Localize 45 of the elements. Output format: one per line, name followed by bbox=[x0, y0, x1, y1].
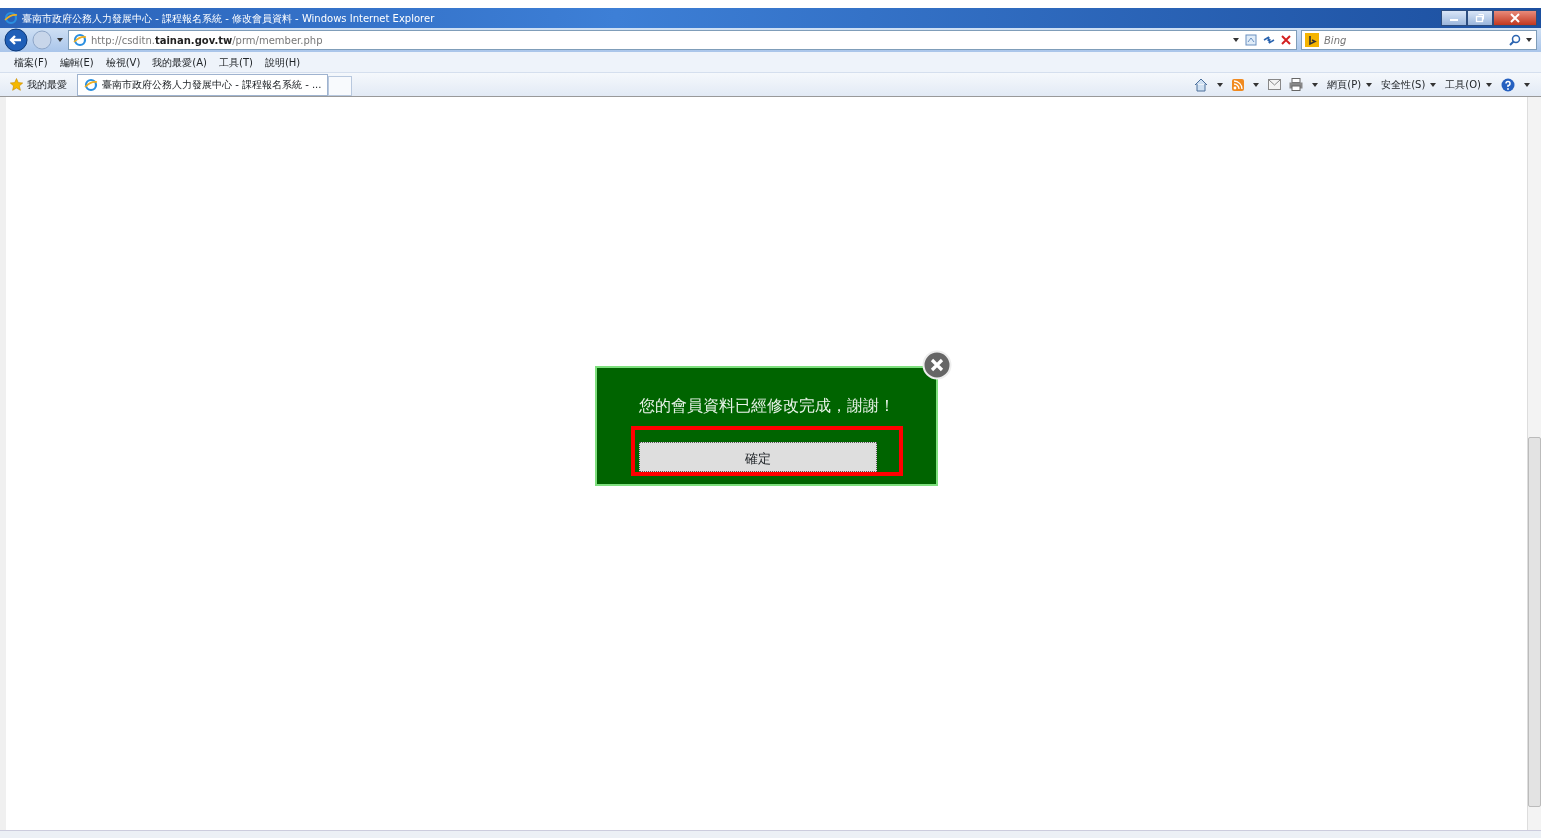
printer-icon[interactable] bbox=[1289, 78, 1304, 91]
dropdown-icon[interactable] bbox=[1252, 80, 1261, 89]
dropdown-icon[interactable] bbox=[1523, 80, 1531, 89]
dropdown-icon[interactable] bbox=[1525, 36, 1533, 44]
dropdown-icon bbox=[1429, 80, 1438, 89]
star-icon bbox=[10, 78, 23, 91]
close-icon bbox=[1510, 13, 1520, 23]
menu-item[interactable]: 說明(H) bbox=[264, 54, 301, 70]
stop-icon[interactable] bbox=[1280, 34, 1292, 46]
home-icon[interactable] bbox=[1194, 77, 1209, 92]
dropdown-icon[interactable] bbox=[1232, 36, 1240, 44]
search-field[interactable]: Bing bbox=[1301, 30, 1537, 50]
dropdown-icon bbox=[1485, 80, 1493, 89]
address-field[interactable]: http://csditn.tainan.gov.tw/prm/member.php bbox=[68, 30, 1297, 50]
window-title: 臺南市政府公務人力發展中心 - 課程報名系統 - 修改會員資料 - Windows Internet Explorer bbox=[22, 11, 435, 26]
command-menu[interactable]: 安全性(S) bbox=[1381, 77, 1438, 92]
menu-item[interactable]: 檔案(F) bbox=[14, 54, 48, 70]
menu-item[interactable]: 我的最愛(A) bbox=[152, 54, 207, 70]
search-icon[interactable] bbox=[1509, 34, 1521, 46]
dropdown-icon bbox=[1365, 80, 1374, 89]
restore-button[interactable] bbox=[1467, 10, 1493, 26]
browser-logo-icon bbox=[4, 11, 18, 25]
confirm-button[interactable]: 確定 bbox=[638, 442, 877, 472]
bing-logo-icon bbox=[1305, 33, 1319, 47]
close-button[interactable] bbox=[1493, 10, 1537, 26]
dropdown-icon[interactable] bbox=[56, 36, 64, 44]
command-menu[interactable]: 網頁(P) bbox=[1327, 77, 1374, 92]
back-icon[interactable] bbox=[4, 28, 28, 52]
page-icon bbox=[73, 33, 87, 47]
url-text: http://csditn.tainan.gov.tw/prm/member.php bbox=[91, 33, 323, 48]
dialog-message: 您的會員資料已經修改完成，謝謝！ bbox=[638, 395, 895, 417]
restore-icon bbox=[1475, 13, 1485, 23]
help-icon[interactable] bbox=[1501, 77, 1515, 92]
browser-tab[interactable]: 臺南市政府公務人力發展中心 - 課程報名系統 - ... bbox=[77, 73, 329, 96]
mail-icon[interactable] bbox=[1268, 79, 1282, 90]
menu-item[interactable]: 檢視(V) bbox=[105, 54, 141, 70]
dropdown-icon[interactable] bbox=[1311, 80, 1320, 89]
page-icon bbox=[84, 77, 98, 92]
command-menu[interactable]: 工具(O) bbox=[1445, 77, 1493, 92]
menu-item[interactable]: 編輯(E) bbox=[59, 54, 94, 70]
dropdown-icon[interactable] bbox=[1216, 80, 1225, 89]
favorites-button[interactable]: 我的最愛 bbox=[10, 77, 67, 92]
close-icon bbox=[922, 350, 952, 380]
menu-item[interactable]: 工具(T) bbox=[219, 54, 253, 70]
minimize-button[interactable] bbox=[1441, 10, 1467, 26]
